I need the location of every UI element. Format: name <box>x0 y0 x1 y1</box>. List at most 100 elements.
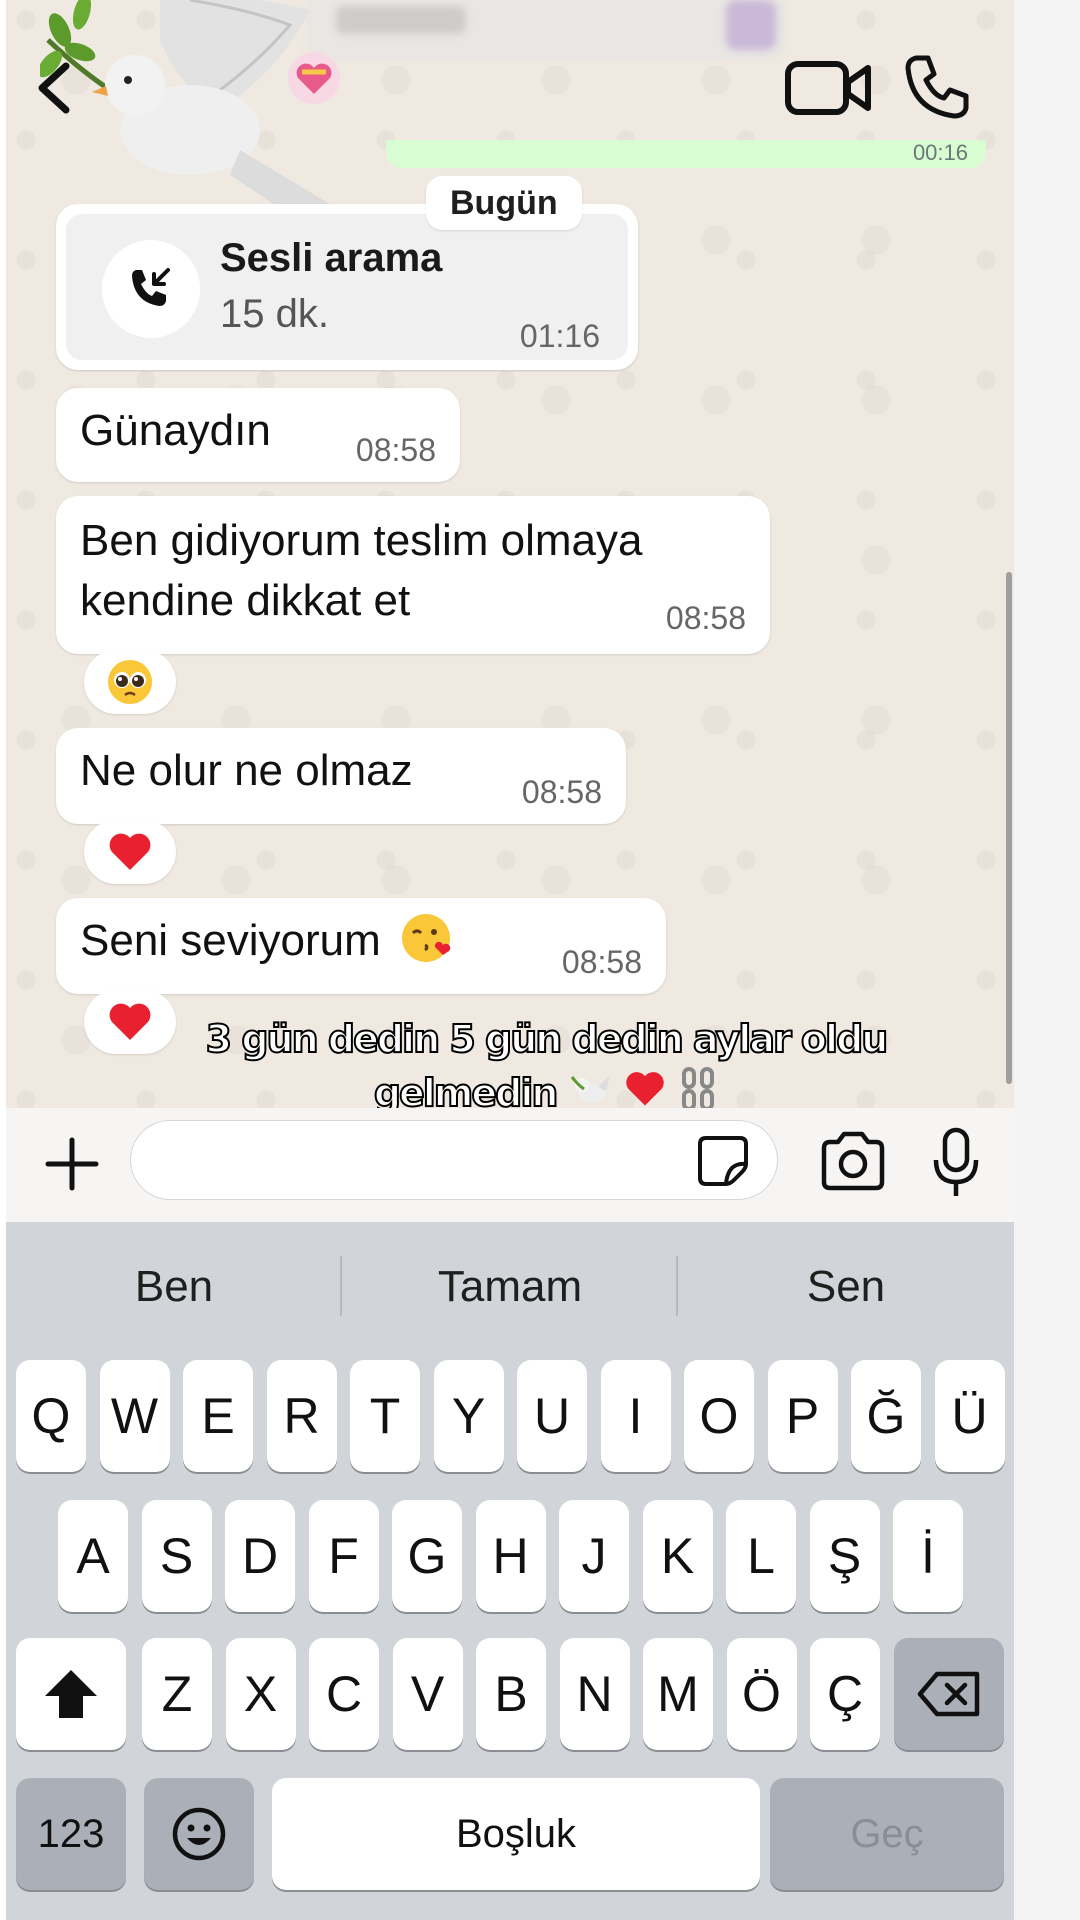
key-row1-11[interactable]: Ü <box>934 1360 1005 1472</box>
caption-line: 3 gün dedin 5 gün dedin aylar oldu <box>205 1016 890 1062</box>
message-time: 08:58 <box>665 600 746 636</box>
key-row3-2[interactable]: C <box>309 1638 379 1750</box>
attach-button[interactable] <box>40 1132 104 1196</box>
message-reaction[interactable] <box>84 650 176 714</box>
dove-emoji-icon <box>570 1074 610 1102</box>
key-row1-4[interactable]: T <box>350 1360 420 1472</box>
message-text: Günaydın <box>80 406 271 455</box>
suggestion-1[interactable]: Ben <box>6 1222 342 1352</box>
key-row3-4[interactable]: B <box>476 1638 546 1750</box>
message-text-line: Ben gidiyorum teslim olmaya <box>80 516 643 565</box>
incoming-message[interactable]: Ne olur ne olmaz 08:58 <box>56 728 626 824</box>
pleading-face-emoji-icon <box>108 660 152 704</box>
key-row1-5[interactable]: Y <box>433 1360 504 1472</box>
video-call-button[interactable] <box>784 58 874 118</box>
call-duration: 15 dk. <box>220 292 329 336</box>
date-chip: Bugün <box>426 176 582 230</box>
red-heart-emoji-icon <box>109 833 151 870</box>
key-row3-3[interactable]: V <box>392 1638 463 1750</box>
broken-chain-emoji-icon <box>682 1066 715 1111</box>
dove-sticker-icon <box>40 0 340 215</box>
key-row1-8[interactable]: O <box>684 1360 754 1472</box>
key-row1-0[interactable]: Q <box>16 1360 86 1472</box>
video-camera-icon <box>785 61 871 115</box>
microphone-button[interactable] <box>928 1126 984 1200</box>
phone-screen: 00:16 Sesli arama 15 dk. 01:16 Bugün Gün… <box>6 0 1014 1920</box>
key-row2-10[interactable]: İ <box>893 1500 963 1612</box>
call-title: Sesli arama <box>220 236 443 280</box>
message-time: 08:58 <box>521 774 602 810</box>
voice-call-button[interactable] <box>902 52 972 122</box>
suggestion-2[interactable]: Tamam <box>342 1222 678 1352</box>
key-row2-0[interactable]: A <box>58 1500 128 1612</box>
key-row3-6[interactable]: M <box>643 1638 713 1750</box>
emoji-face-icon <box>172 1807 226 1861</box>
key-row1-10[interactable]: Ğ <box>851 1360 921 1472</box>
return-key[interactable]: Geç <box>770 1778 1004 1890</box>
key-row1-9[interactable]: P <box>767 1360 838 1472</box>
heart-sticker-icon <box>288 52 340 104</box>
message-time: 00:16 <box>912 140 968 165</box>
incoming-message[interactable]: Günaydın 08:58 <box>56 388 460 482</box>
suggestion-3[interactable]: Sen <box>678 1222 1014 1352</box>
plus-icon <box>45 1137 99 1191</box>
key-row1-6[interactable]: U <box>517 1360 587 1472</box>
chat-header <box>6 0 1014 215</box>
call-time: 01:16 <box>519 318 600 354</box>
sticker-icon <box>698 1136 748 1186</box>
red-heart-emoji-icon <box>626 1071 664 1105</box>
camera-icon <box>821 1131 885 1191</box>
camera-button[interactable] <box>818 1130 888 1192</box>
shift-arrow-icon <box>45 1670 97 1718</box>
message-input-bar <box>6 1108 1014 1222</box>
key-row2-1[interactable]: S <box>141 1500 212 1612</box>
key-row3-1[interactable]: X <box>225 1638 296 1750</box>
incoming-call-icon <box>132 268 170 306</box>
contact-name-blurred <box>336 6 466 34</box>
right-margin <box>1014 0 1080 1920</box>
key-row2-4[interactable]: G <box>392 1500 462 1612</box>
key-row2-9[interactable]: Ş <box>809 1500 880 1612</box>
key-row1-7[interactable]: I <box>600 1360 671 1472</box>
backspace-key[interactable] <box>894 1638 1004 1750</box>
chat-scrollbar[interactable] <box>1006 572 1012 1084</box>
emoji-key[interactable] <box>144 1778 254 1890</box>
key-row2-2[interactable]: D <box>225 1500 295 1612</box>
message-text-line: kendine dikkat et <box>80 576 411 625</box>
space-key[interactable]: Boşluk <box>272 1778 760 1890</box>
message-reaction[interactable] <box>84 820 176 884</box>
incoming-message[interactable]: Seni seviyorum 08:58 <box>56 898 666 994</box>
message-time: 08:58 <box>561 944 642 980</box>
message-text-content: Seni seviyorum <box>80 916 381 965</box>
microphone-icon <box>933 1127 979 1196</box>
key-row2-5[interactable]: H <box>475 1500 546 1612</box>
face-blowing-kiss-emoji-icon <box>402 914 451 962</box>
keyboard: Ben Tamam Sen QWERTYUIOPĞÜ ASDFGHJKLŞİ Z… <box>6 1222 1014 1920</box>
contact-avatar-blurred <box>726 0 776 50</box>
key-row2-8[interactable]: L <box>726 1500 796 1612</box>
key-row3-7[interactable]: Ö <box>726 1638 797 1750</box>
suggestion-bar: Ben Tamam Sen <box>6 1222 1014 1352</box>
message-text: Ne olur ne olmaz <box>80 746 413 795</box>
key-row2-3[interactable]: F <box>308 1500 379 1612</box>
message-time: 08:58 <box>355 432 436 468</box>
call-icon-container <box>102 240 200 338</box>
numbers-key[interactable]: 123 <box>16 1778 126 1890</box>
message-text: Seni seviyorum <box>80 910 453 972</box>
key-row1-3[interactable]: R <box>266 1360 337 1472</box>
key-row2-7[interactable]: K <box>642 1500 713 1612</box>
key-row3-0[interactable]: Z <box>142 1638 212 1750</box>
message-input[interactable] <box>130 1120 778 1200</box>
key-row2-6[interactable]: J <box>559 1500 629 1612</box>
shift-key[interactable] <box>16 1638 126 1750</box>
call-card: Sesli arama 15 dk. 01:16 <box>66 214 628 360</box>
key-row1-2[interactable]: E <box>183 1360 253 1472</box>
key-row3-8[interactable]: Ç <box>810 1638 880 1750</box>
sticker-button[interactable] <box>696 1134 750 1188</box>
backspace-icon <box>917 1671 980 1717</box>
previous-outgoing-message[interactable]: 00:16 <box>386 140 986 168</box>
key-row3-5[interactable]: N <box>559 1638 630 1750</box>
chat-area[interactable]: 00:16 Sesli arama 15 dk. 01:16 Bugün Gün… <box>6 0 1014 1222</box>
key-row1-1[interactable]: W <box>99 1360 170 1472</box>
incoming-message[interactable]: Ben gidiyorum teslim olmaya kendine dikk… <box>56 496 770 654</box>
